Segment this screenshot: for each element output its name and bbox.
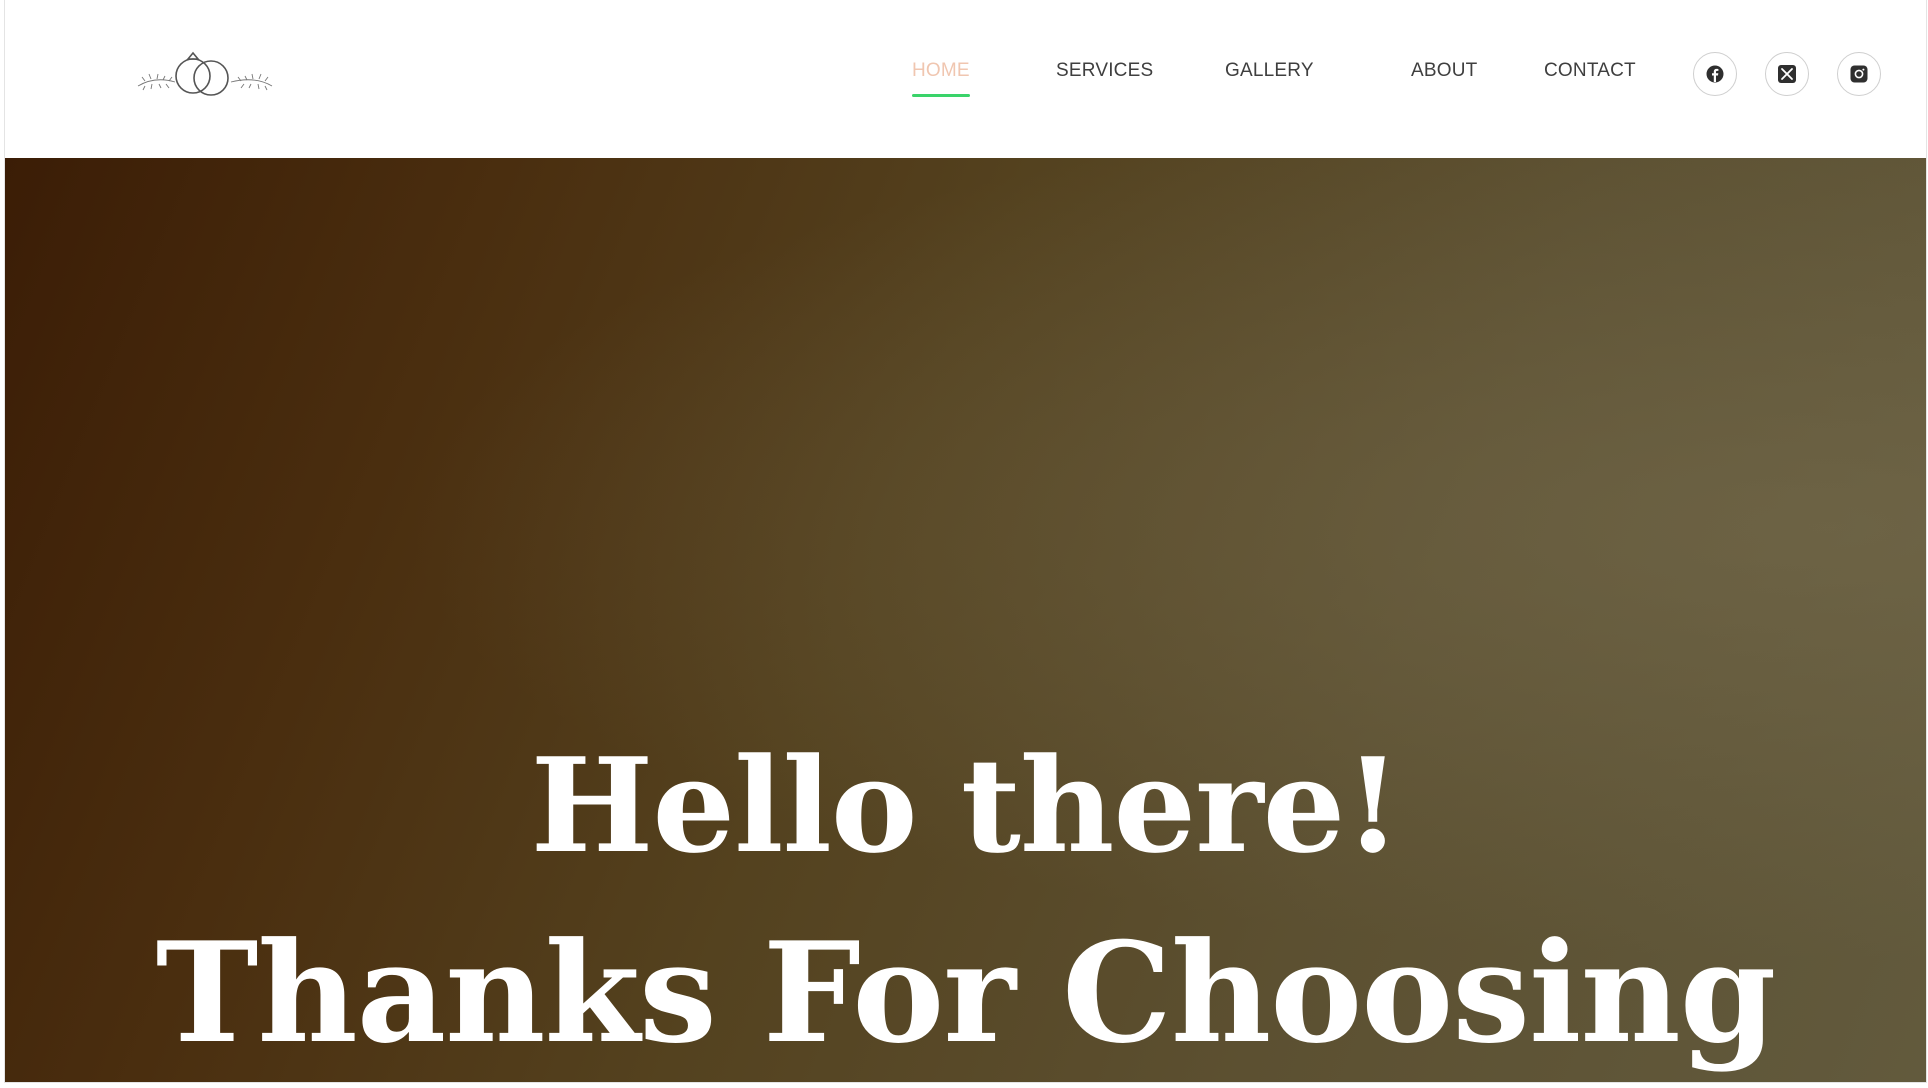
nav-contact[interactable]: CONTACT [1544,60,1636,82]
facebook-button[interactable] [1693,52,1737,96]
hero-heading-line-2: Thanks For Choosing [155,911,1777,1074]
nav-gallery[interactable]: GALLERY [1225,60,1314,82]
instagram-button[interactable] [1837,52,1881,96]
nav-about-label: ABOUT [1411,60,1478,81]
x-twitter-button[interactable] [1765,52,1809,96]
facebook-icon [1706,65,1724,83]
instagram-icon [1850,65,1868,83]
hero-banner: Hello there! Thanks For Choosing [5,158,1926,1082]
hero-heading-line-1: Hello there! [530,729,1402,882]
page-frame: HOME SERVICES GALLERY ABOUT CONTACT Hell… [4,0,1927,1083]
nav-active-underline [912,94,970,97]
nav-contact-label: CONTACT [1544,60,1636,81]
site-header: HOME SERVICES GALLERY ABOUT CONTACT [5,0,1926,159]
nav-home-label: HOME [912,60,970,81]
nav-home[interactable]: HOME [912,60,970,97]
nav-gallery-label: GALLERY [1225,60,1314,81]
nav-services-label: SERVICES [1056,60,1154,81]
logo[interactable] [135,46,275,106]
nav-about[interactable]: ABOUT [1411,60,1477,82]
x-twitter-icon [1778,65,1796,83]
wedding-rings-icon [137,51,273,96]
nav-services[interactable]: SERVICES [1056,60,1153,82]
